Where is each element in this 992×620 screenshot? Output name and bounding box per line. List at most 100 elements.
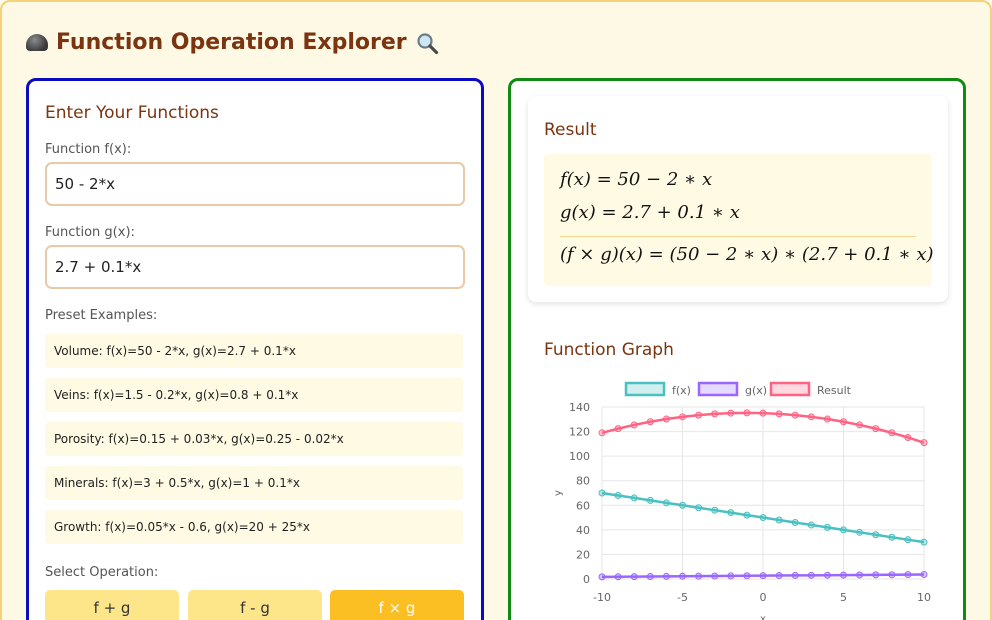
data-point [679, 413, 686, 421]
data-point [630, 573, 638, 581]
output-panel: Result f(x) = 50 − 2 ∗ x g(x) = 2.7 + 0.… [508, 78, 966, 620]
data-point [646, 496, 654, 504]
x-tick-label: -5 [677, 591, 688, 604]
y-tick-label: 140 [569, 401, 590, 414]
data-point [662, 572, 670, 580]
data-point [872, 571, 880, 579]
operation-label: Select Operation: [45, 565, 159, 580]
preset-veins[interactable]: Veins: f(x)=1.5 - 0.2*x, g(x)=0.8 + 0.1*… [45, 378, 463, 412]
data-point [840, 571, 847, 579]
data-point [888, 571, 896, 579]
x-tick-label: 10 [917, 591, 931, 604]
data-point [807, 571, 815, 579]
data-point [856, 421, 864, 429]
y-axis-label: y [553, 490, 564, 496]
page-title: Function Operation Explorer [26, 30, 439, 55]
x-axis-label: x [760, 614, 766, 620]
presets-label: Preset Examples: [45, 308, 158, 323]
legend-label: g(x) [745, 384, 767, 397]
legend-swatch [769, 381, 811, 397]
data-point [695, 411, 703, 419]
data-point [695, 572, 703, 580]
data-point [727, 572, 735, 580]
data-point [840, 418, 847, 426]
data-point [872, 425, 880, 433]
data-point [888, 429, 896, 437]
f-input[interactable] [45, 162, 465, 206]
data-point [823, 571, 831, 579]
data-point [743, 511, 751, 519]
f-label: Function f(x): [45, 142, 132, 157]
g-expression: g(x) = 2.7 + 0.1 ∗ x [560, 202, 740, 223]
x-tick-label: 0 [760, 591, 767, 604]
input-panel: Enter Your Functions Function f(x): Func… [26, 78, 484, 620]
data-point [856, 528, 864, 536]
data-point [646, 418, 654, 426]
data-point [598, 573, 606, 581]
data-point [888, 533, 896, 541]
data-point [823, 523, 831, 531]
y-tick-label: 0 [583, 573, 590, 586]
x-tick-label: -10 [593, 591, 611, 604]
data-point [791, 518, 799, 526]
data-point [872, 531, 880, 539]
math-divider [560, 236, 916, 237]
data-point [743, 572, 751, 580]
data-point [662, 415, 670, 423]
data-point [791, 571, 799, 579]
data-point [630, 421, 638, 429]
data-point [759, 572, 767, 580]
data-point [920, 538, 928, 546]
data-point [711, 410, 719, 418]
data-point [840, 526, 847, 534]
result-card: Result f(x) = 50 − 2 ∗ x g(x) = 2.7 + 0.… [528, 96, 948, 302]
data-point [727, 509, 735, 517]
data-point [791, 411, 799, 419]
data-point [920, 570, 928, 578]
data-point [743, 409, 751, 417]
legend-swatch [697, 381, 739, 397]
data-point [711, 506, 719, 514]
op-subtract-button[interactable]: f - g [188, 590, 322, 620]
data-point [904, 571, 912, 579]
y-tick-label: 20 [576, 548, 590, 561]
result-expression: (f × g)(x) = (50 − 2 ∗ x) ∗ (2.7 + 0.1 ∗… [560, 244, 934, 265]
input-panel-heading: Enter Your Functions [45, 103, 219, 123]
data-point [856, 571, 864, 579]
preset-volume[interactable]: Volume: f(x)=50 - 2*x, g(x)=2.7 + 0.1*x [45, 334, 463, 368]
data-point [662, 499, 670, 507]
legend-label: Result [817, 384, 852, 397]
op-multiply-button[interactable]: f × g [330, 590, 464, 620]
preset-porosity[interactable]: Porosity: f(x)=0.15 + 0.03*x, g(x)=0.25 … [45, 422, 463, 456]
data-point [679, 572, 686, 580]
data-point [646, 573, 654, 581]
data-point [904, 433, 912, 441]
g-input[interactable] [45, 245, 465, 289]
preset-minerals[interactable]: Minerals: f(x)=3 + 0.5*x, g(x)=1 + 0.1*x [45, 466, 463, 500]
f-expression: f(x) = 50 − 2 ∗ x [560, 169, 713, 190]
data-point [727, 409, 735, 417]
legend-swatch [624, 381, 666, 397]
g-label: Function g(x): [45, 225, 135, 240]
data-point [807, 521, 815, 529]
data-point [904, 536, 912, 544]
data-point [598, 489, 606, 497]
data-point [775, 410, 783, 418]
data-point [711, 572, 719, 580]
preset-growth[interactable]: Growth: f(x)=0.05*x - 0.6, g(x)=20 + 25*… [45, 510, 463, 544]
data-point [775, 572, 783, 580]
data-point [630, 494, 638, 502]
result-math-box: f(x) = 50 − 2 ∗ x g(x) = 2.7 + 0.1 ∗ x (… [544, 154, 934, 286]
data-point [598, 429, 606, 437]
result-heading: Result [544, 120, 597, 140]
data-point [759, 514, 767, 522]
x-tick-label: 5 [840, 591, 847, 604]
function-graph: 0 20 40 60 80 100 120 140 -10 -5 0 5 10 x y f(x) g(x) Res… [553, 381, 931, 620]
data-point [614, 491, 622, 499]
data-point [775, 516, 783, 524]
y-tick-label: 120 [569, 426, 590, 439]
y-tick-label: 100 [569, 450, 590, 463]
magnifier-icon [416, 32, 438, 54]
op-add-button[interactable]: f + g [45, 590, 179, 620]
data-point [807, 413, 815, 421]
